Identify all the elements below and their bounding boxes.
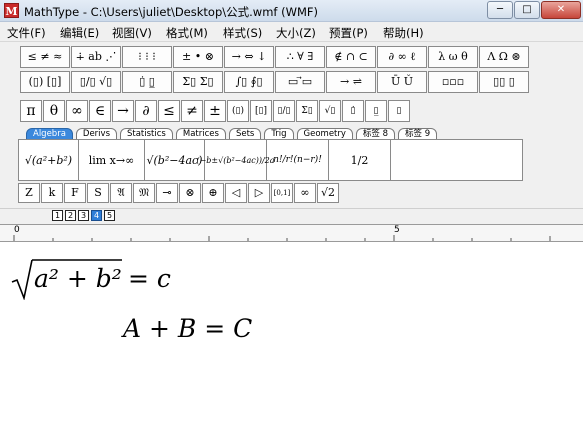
infinity-symbol-button[interactable]: ∞ [66,100,88,122]
fraktur-m-button[interactable]: 𝔐 [133,183,155,203]
size-tab-2[interactable]: 2 [65,210,76,221]
palette-integrals[interactable]: ∫▯ ∮▯ [224,71,274,93]
circled-times-button[interactable]: ⊗ [179,183,201,203]
less-equal-button[interactable]: ≤ [158,100,180,122]
small-symbol-bar: Z k F S 𝔄 𝔐 ⊸ ⊗ ⊕ ◁ ▷ [0,1] ∞ √2 [18,183,339,203]
menu-edit[interactable]: 编辑(E) [60,25,99,41]
fraktur-a-button[interactable]: 𝔄 [110,183,132,203]
radical-sign [11,259,33,300]
palette-embellishments[interactable]: ⁝ ⁝ ⁝ [122,46,172,68]
palette-misc[interactable]: ∂ ∞ ℓ [377,46,427,68]
size-tab-1[interactable]: 1 [52,210,63,221]
palette-sets[interactable]: ∉ ∩ ⊂ [326,46,376,68]
menu-preferences[interactable]: 预置(P) [329,25,368,41]
ruler: 0 5 [0,224,583,242]
palette-products[interactable]: Ū Ǔ [377,71,427,93]
size-tab-strip: 1 2 3 4 5 [0,208,583,224]
pi-symbol-button[interactable]: π [20,100,42,122]
ruler-label-start: 0 [14,225,20,235]
box-template-button[interactable]: ▯ [388,100,410,122]
interval-button[interactable]: [0,1] [271,183,293,203]
radical-overline [32,259,122,261]
palette-greek-upper[interactable]: Λ Ω ⊛ [479,46,529,68]
toolbar-area: ≤ ≠ ≈ ∔ ab ⋰ ⁝ ⁝ ⁝ ± • ⊗ → ⇔ ↓ ∴ ∀ ∃ ∉ ∩… [0,42,583,208]
size-tab-4[interactable]: 4 [91,210,102,221]
palette-fractions-radicals[interactable]: ▯/▯ √▯ [71,71,121,93]
symbol-palette-row: ≤ ≠ ≈ ∔ ab ⋰ ⁝ ⁝ ⁝ ± • ⊗ → ⇔ ↓ ∴ ∀ ∃ ∉ ∩… [20,46,532,68]
menu-style[interactable]: 样式(S) [223,25,262,41]
palette-logic[interactable]: ∴ ∀ ∃ [275,46,325,68]
double-struck-z-button[interactable]: Z [18,183,40,203]
ruler-ticks [13,235,551,241]
element-of-button[interactable]: ∈ [89,100,111,122]
menu-bar: 文件(F) 编辑(E) 视图(V) 格式(M) 样式(S) 大小(Z) 预置(P… [0,22,583,42]
title-bar: M MathType - C:\Users\juliet\Desktop\公式.… [0,0,583,22]
plus-minus-button[interactable]: ± [204,100,226,122]
template-palette-row: (▯) [▯] ▯/▯ √▯ ▯̇ ▯̲ Σ▯ Σ▯ ∫▯ ∮▯ ▭ ⃗▭ → … [20,71,532,93]
window-title: MathType - C:\Users\juliet\Desktop\公式.wm… [24,5,318,19]
brackets-button[interactable]: [▯] [250,100,272,122]
size-tab-3[interactable]: 3 [78,210,89,221]
radical-button[interactable]: √▯ [319,100,341,122]
fraction-button[interactable]: ▯/▯ [273,100,295,122]
menu-format[interactable]: 格式(M) [166,25,208,41]
palette-operators[interactable]: ± • ⊗ [173,46,223,68]
template-one-half[interactable]: 1/2 [329,140,391,180]
menu-view[interactable]: 视图(V) [112,25,152,41]
parentheses-button[interactable]: (▯) [227,100,249,122]
superscript-button[interactable]: ▯̇ [342,100,364,122]
palette-bars[interactable]: ▭ ⃗▭ [275,71,325,93]
equation-1-radicand[interactable]: a² + b² [34,264,122,293]
script-s-button[interactable]: S [87,183,109,203]
infinity-small-button[interactable]: ∞ [294,183,316,203]
palette-relational[interactable]: ≤ ≠ ≈ [20,46,70,68]
menu-help[interactable]: 帮助(H) [383,25,424,41]
partial-button[interactable]: ∂ [135,100,157,122]
mathtype-app-icon: M [4,3,19,18]
double-struck-f-button[interactable]: F [64,183,86,203]
symbol-bar: π θ ∞ ∈ → ∂ ≤ ≠ ± (▯) [▯] ▯/▯ Σ▯ √▯ ▯̇ ▯… [20,100,410,122]
template-combination[interactable]: n!/r!(n−r)! [267,140,329,180]
template-limit[interactable]: lim x→∞ [79,140,145,180]
palette-spaces[interactable]: ∔ ab ⋰ [71,46,121,68]
maximize-button[interactable]: □ [514,1,540,19]
theta-symbol-button[interactable]: θ [43,100,65,122]
palette-arrows[interactable]: → ⇔ ↓ [224,46,274,68]
double-struck-k-button[interactable]: k [41,183,63,203]
left-triangle-button[interactable]: ◁ [225,183,247,203]
template-pythagorean[interactable]: √(a²+b²) [19,140,79,180]
subscript-button[interactable]: ▯̲ [365,100,387,122]
minimize-button[interactable]: ─ [487,1,513,19]
menu-size[interactable]: 大小(Z) [276,25,316,41]
circled-plus-button[interactable]: ⊕ [202,183,224,203]
not-equal-button[interactable]: ≠ [181,100,203,122]
menu-file[interactable]: 文件(F) [7,25,46,41]
algebra-templates: √(a²+b²) lim x→∞ √(b²−4ac) (−b±√(b²−4ac)… [18,139,523,181]
palette-fences[interactable]: (▯) [▯] [20,71,70,93]
palette-scripts[interactable]: ▯̇ ▯̲ [122,71,172,93]
palette-summations[interactable]: Σ▯ Σ▯ [173,71,223,93]
ruler-label-five: 5 [394,225,400,235]
equation-1-rhs[interactable]: = c [128,264,171,293]
close-button[interactable]: ✕ [541,1,581,19]
template-quadratic-formula[interactable]: (−b±√(b²−4ac))/2a [196,140,275,180]
equation-2[interactable]: A + B = C [123,314,252,343]
palette-labeled-arrows[interactable]: → ⇌ [326,71,376,93]
equation-editor-area[interactable]: a² + b² = c A + B = C [0,242,583,438]
sqrt-two-button[interactable]: √2 [317,183,339,203]
multimap-button[interactable]: ⊸ [156,183,178,203]
right-arrow-button[interactable]: → [112,100,134,122]
palette-boxes[interactable]: ▫▫▫ [428,71,478,93]
summation-button[interactable]: Σ▯ [296,100,318,122]
palette-greek-lower[interactable]: λ ω θ [428,46,478,68]
palette-matrices[interactable]: ▯▯ ▯ [479,71,529,93]
right-triangle-button[interactable]: ▷ [248,183,270,203]
size-tab-5[interactable]: 5 [104,210,115,221]
